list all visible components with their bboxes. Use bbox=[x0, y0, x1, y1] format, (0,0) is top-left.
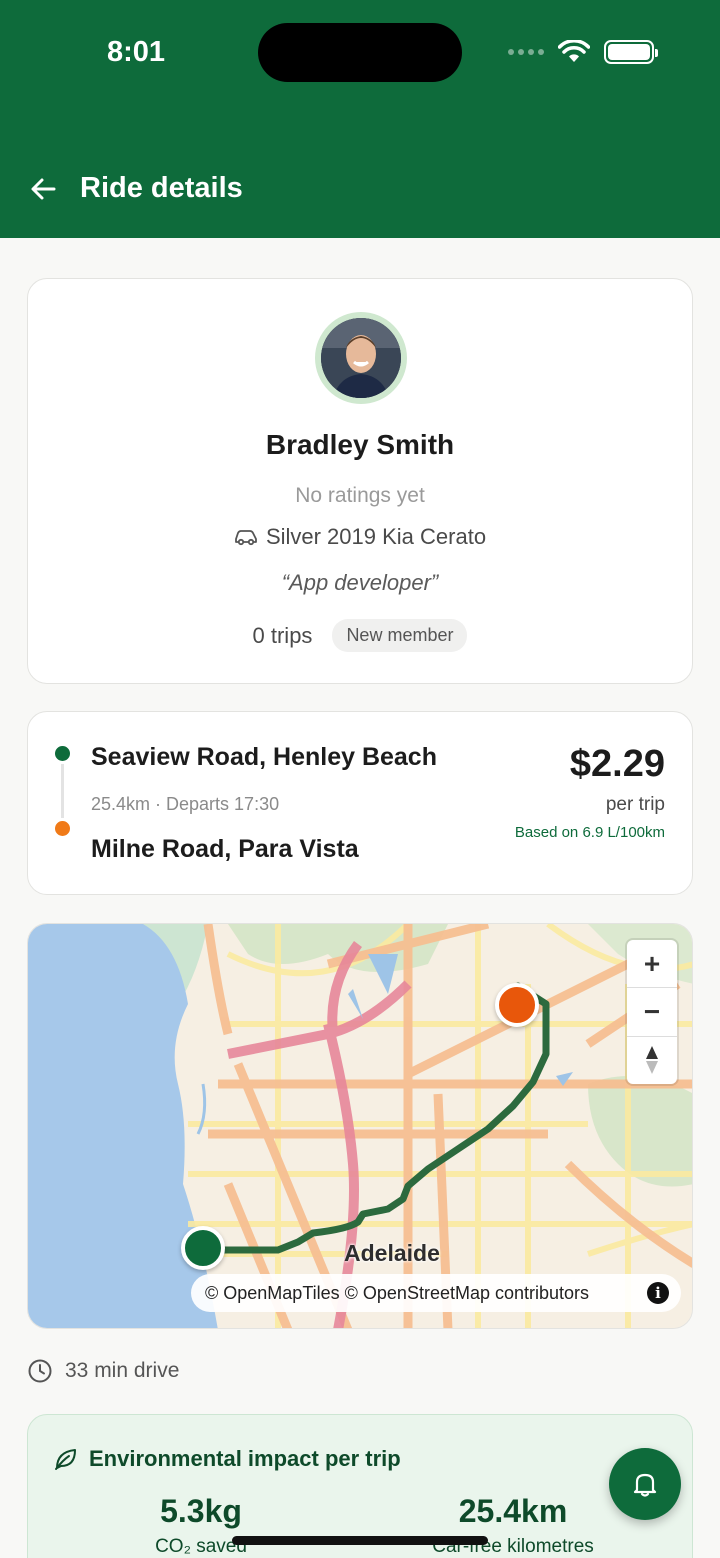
environmental-impact-title: Environmental impact per trip bbox=[89, 1446, 401, 1471]
dynamic-island bbox=[258, 23, 462, 82]
cellular-signal-icon bbox=[508, 49, 544, 55]
battery-icon bbox=[604, 40, 658, 64]
duration-text: 33 min drive bbox=[65, 1359, 180, 1382]
car-free-km-value: 25.4km bbox=[458, 1493, 568, 1529]
driver-rating: No ratings yet bbox=[295, 484, 425, 507]
attribution-text: © OpenMapTiles © OpenStreetMap contribut… bbox=[205, 1282, 590, 1303]
leaf-icon bbox=[55, 1449, 76, 1470]
origin-marker[interactable] bbox=[181, 1226, 225, 1270]
destination-address: Milne Road, Para Vista bbox=[91, 835, 359, 863]
driver-name: Bradley Smith bbox=[265, 429, 455, 460]
map-zoom-controls: + − bbox=[627, 940, 677, 1084]
status-time: 8:01 bbox=[107, 36, 166, 68]
co2-stat: 5.3kg CO₂ saved bbox=[146, 1493, 256, 1558]
trip-duration: 33 min drive bbox=[27, 1358, 179, 1384]
info-icon[interactable]: i bbox=[647, 1282, 669, 1304]
zoom-out-button[interactable]: − bbox=[627, 988, 677, 1037]
page-title: Ride details bbox=[80, 172, 243, 204]
price-unit: per trip bbox=[605, 794, 665, 815]
destination-marker[interactable] bbox=[495, 983, 539, 1027]
app-header: 8:01 Ride details bbox=[0, 0, 720, 238]
compass-button[interactable] bbox=[627, 1037, 677, 1084]
route-connector bbox=[61, 764, 64, 818]
map-tiles bbox=[28, 924, 692, 1328]
co2-value: 5.3kg bbox=[160, 1493, 242, 1529]
car-icon bbox=[235, 530, 257, 546]
zoom-in-button[interactable]: + bbox=[627, 940, 677, 989]
clock-icon bbox=[28, 1359, 52, 1383]
environmental-impact-header: Environmental impact per trip bbox=[53, 1446, 401, 1472]
wifi-icon bbox=[558, 40, 590, 62]
member-badge: New member bbox=[332, 619, 468, 652]
back-arrow-icon bbox=[31, 178, 56, 200]
bell-icon bbox=[633, 1473, 657, 1497]
car-free-km-stat: 25.4km Car-free kilometres bbox=[413, 1493, 613, 1558]
status-indicators bbox=[508, 40, 658, 64]
vehicle-info: Silver 2019 Kia Cerato bbox=[28, 524, 692, 550]
driver-card: Bradley Smith No ratings yet Silver 2019… bbox=[27, 278, 693, 684]
route-map[interactable]: + − Adelaide © OpenMapTiles © OpenStreet… bbox=[27, 923, 693, 1329]
trip-count: 0 trips bbox=[252, 622, 313, 648]
driver-photo bbox=[321, 318, 401, 398]
compass-icon bbox=[646, 1046, 658, 1075]
driver-bio: “App developer” bbox=[281, 570, 439, 595]
map-attribution: © OpenMapTiles © OpenStreetMap contribut… bbox=[191, 1274, 681, 1312]
route-card: Seaview Road, Henley Beach 25.4km · Depa… bbox=[27, 711, 693, 895]
vehicle-description: Silver 2019 Kia Cerato bbox=[265, 524, 487, 549]
map-city-label: Adelaide bbox=[344, 1240, 440, 1266]
destination-dot bbox=[55, 821, 70, 836]
route-meta: 25.4km · Departs 17:30 bbox=[91, 794, 280, 814]
origin-dot bbox=[55, 746, 70, 761]
avatar[interactable] bbox=[315, 312, 407, 404]
fuel-basis: Based on 6.9 L/100km bbox=[514, 824, 665, 841]
trip-price: $2.29 bbox=[569, 743, 665, 785]
driver-stats: 0 trips New member bbox=[28, 619, 692, 652]
home-indicator[interactable] bbox=[232, 1536, 488, 1545]
notifications-button[interactable] bbox=[609, 1448, 681, 1520]
back-button[interactable] bbox=[28, 172, 58, 206]
origin-address: Seaview Road, Henley Beach bbox=[91, 743, 437, 771]
